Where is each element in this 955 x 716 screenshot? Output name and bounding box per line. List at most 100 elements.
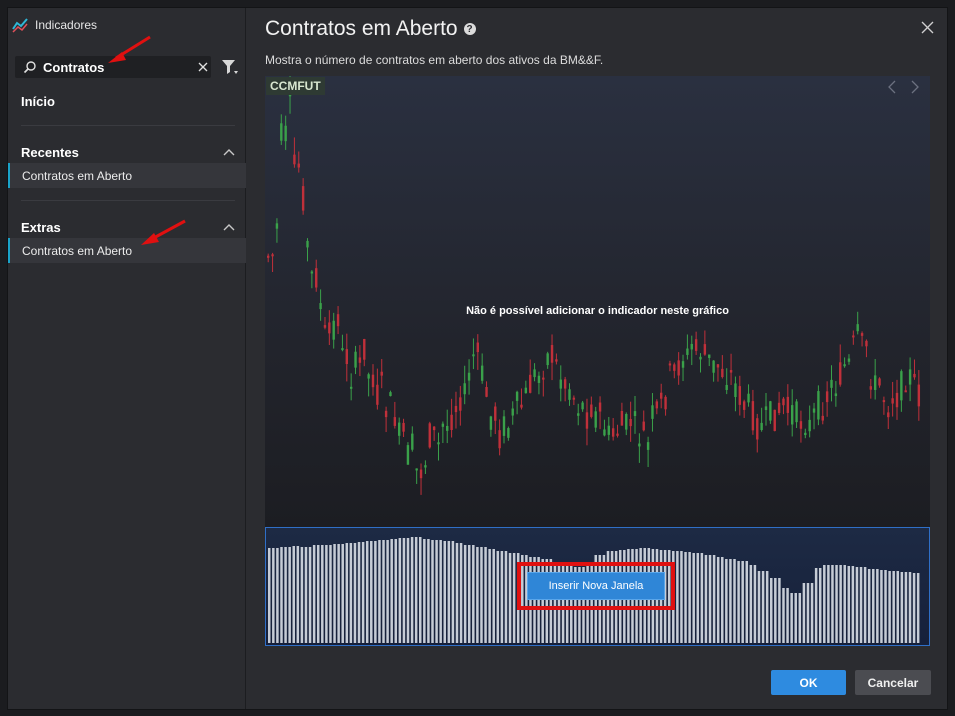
candle-body [908, 369, 912, 385]
sidebar-item-contratos-extras[interactable]: Contratos em Aberto [8, 238, 246, 263]
candle-body [791, 405, 794, 425]
volume-bar [414, 537, 418, 643]
candle-body [738, 386, 741, 405]
volume-bar [308, 547, 312, 643]
candle-body [904, 390, 907, 393]
ok-button[interactable]: OK [771, 670, 846, 695]
volume-bar [447, 541, 451, 643]
sidebar-item-contratos-recentes[interactable]: Contratos em Aberto [8, 163, 246, 188]
volume-bar [778, 578, 781, 643]
volume-bar [676, 551, 679, 643]
volume-bar [851, 566, 855, 643]
chevron-up-icon[interactable] [223, 223, 235, 231]
volume-bar [872, 569, 875, 643]
candle-body [769, 401, 772, 421]
candle-body [472, 354, 475, 357]
volume-bar [892, 571, 895, 643]
window: Indicadores Contratos Início Recentes Co… [0, 0, 955, 716]
volume-bar [304, 547, 308, 643]
candle-body [467, 372, 471, 381]
volume-bar [349, 543, 353, 643]
volume-bar [467, 545, 471, 643]
candle-body [782, 398, 785, 406]
candle-body [716, 364, 720, 368]
candle-body [598, 402, 602, 412]
filter-icon[interactable] [221, 58, 239, 76]
volume-bar [741, 561, 744, 643]
chevron-left-icon[interactable] [887, 80, 897, 94]
candle-body [424, 465, 427, 468]
candle-body [546, 353, 549, 366]
candle-body [555, 359, 558, 362]
volume-bar [794, 593, 797, 643]
candle-body [786, 396, 790, 413]
clear-icon[interactable] [196, 60, 210, 74]
candle-body [917, 384, 921, 407]
cancel-button[interactable]: Cancelar [855, 670, 931, 695]
volume-bar [798, 593, 802, 643]
section-recentes[interactable]: Recentes [21, 143, 235, 161]
candle-body [349, 386, 353, 389]
candle-body [699, 356, 702, 360]
volume-bar [749, 565, 753, 643]
section-extras[interactable]: Extras [21, 218, 235, 236]
volume-bar [341, 544, 344, 643]
volume-bar [867, 569, 871, 643]
indicator-description: Mostra o número de contratos em aberto d… [265, 53, 604, 67]
volume-bar [847, 566, 851, 643]
candle-body [852, 335, 855, 338]
candle-body [673, 364, 676, 371]
chevron-right-icon[interactable] [910, 80, 920, 94]
volume-bar [721, 557, 724, 643]
insert-new-window-button[interactable]: Inserir Nova Janela [527, 572, 665, 600]
candle-body [646, 442, 650, 450]
candle-body [293, 154, 296, 165]
candlestick-series [267, 76, 921, 495]
volume-bar [329, 545, 332, 643]
candle-body [712, 360, 715, 373]
volume-bar [912, 573, 916, 643]
volume-bar [423, 539, 426, 643]
candle-body [642, 421, 645, 431]
candle-body [476, 342, 479, 353]
candle-body [432, 426, 436, 431]
volume-panel: Inserir Nova Janela [265, 527, 930, 646]
volume-bar [488, 549, 491, 643]
candle-body [406, 445, 410, 465]
candle-body [773, 409, 776, 431]
candle-body [638, 443, 641, 447]
candle-body [489, 416, 493, 430]
help-icon[interactable]: ? [463, 23, 476, 35]
volume-bar [765, 571, 769, 643]
candle-body [795, 401, 798, 423]
volume-bar [769, 578, 773, 643]
candle-body [756, 418, 759, 440]
highlight-box: Inserir Nova Janela [517, 562, 675, 610]
candle-body [511, 408, 514, 416]
candle-body [882, 400, 886, 403]
volume-bar [410, 537, 414, 643]
candle-body [839, 362, 842, 385]
candle-body [450, 414, 453, 431]
close-icon[interactable] [921, 21, 934, 34]
candle-body [686, 348, 689, 355]
candle-body [887, 412, 890, 418]
volume-bar [443, 541, 446, 643]
volume-bar [333, 544, 336, 643]
nav-home[interactable]: Início [21, 94, 55, 109]
candle-body [367, 374, 370, 379]
volume-bar [378, 540, 381, 643]
red-arrow-icon [141, 219, 186, 245]
candle-body [808, 419, 811, 432]
candle-body [498, 430, 501, 449]
candle-body [297, 163, 300, 168]
volume-bar [439, 540, 442, 643]
candle-body [799, 421, 803, 429]
candle-body [463, 383, 466, 395]
candle-body [280, 123, 283, 141]
candle-body [507, 428, 510, 438]
candle-body [734, 383, 737, 398]
chevron-up-icon[interactable] [223, 148, 235, 156]
volume-bar [316, 545, 320, 643]
volume-bar [386, 540, 389, 643]
